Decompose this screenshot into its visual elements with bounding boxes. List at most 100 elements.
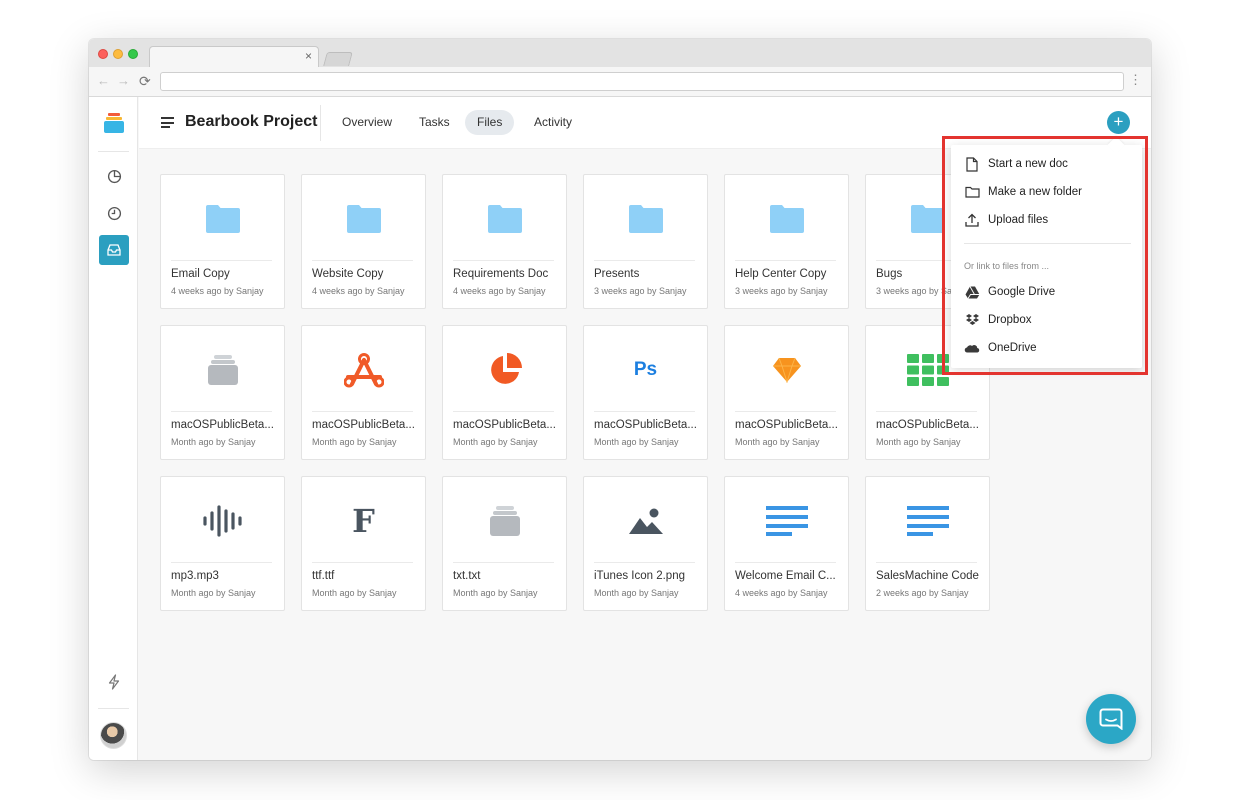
back-icon[interactable]: ← — [97, 74, 110, 88]
file-name: SalesMachine Code — [876, 570, 979, 582]
file-card[interactable]: mp3.mp3 Month ago by Sanjay — [160, 476, 285, 611]
minimize-window-button[interactable] — [113, 49, 123, 59]
browser-menu-icon[interactable]: ⋮ — [1129, 73, 1142, 87]
file-meta: 4 weeks ago by Sanjay — [312, 286, 405, 296]
sketch-icon — [725, 340, 848, 400]
close-window-button[interactable] — [98, 49, 108, 59]
card-divider — [171, 411, 272, 412]
file-name: macOSPublicBeta... — [594, 419, 697, 431]
file-card[interactable]: Fttf.ttf Month ago by Sanjay — [301, 476, 426, 611]
file-meta: 3 weeks ago by Sanjay — [594, 286, 687, 296]
file-meta: Month ago by Sanjay — [171, 588, 256, 598]
file-card[interactable]: macOSPublicBeta... Month ago by Sanjay — [160, 325, 285, 460]
tab-close-icon[interactable]: × — [305, 49, 312, 63]
file-card[interactable]: Ps macOSPublicBeta... Month ago by Sanjay — [583, 325, 708, 460]
clock-icon[interactable] — [99, 198, 129, 228]
tab-overview[interactable]: Overview — [330, 110, 404, 135]
chat-launcher-button[interactable] — [1086, 694, 1136, 744]
file-card[interactable]: macOSPublicBeta... Month ago by Sanjay — [442, 325, 567, 460]
file-name: mp3.mp3 — [171, 570, 219, 582]
address-bar[interactable] — [160, 72, 1124, 91]
card-divider — [594, 411, 695, 412]
font-icon: F — [302, 491, 425, 551]
image-icon — [584, 491, 707, 551]
card-divider — [876, 562, 977, 563]
file-card[interactable]: Requirements Doc 4 weeks ago by Sanjay — [442, 174, 567, 309]
file-name: macOSPublicBeta... — [876, 419, 979, 431]
card-divider — [453, 260, 554, 261]
file-icon-text: F — [352, 502, 375, 540]
maximize-window-button[interactable] — [128, 49, 138, 59]
file-card[interactable]: SalesMachine Code 2 weeks ago by Sanjay — [865, 476, 990, 611]
photoshop-icon: Ps — [584, 340, 707, 400]
pie-chart-icon — [443, 340, 566, 400]
file-name: Help Center Copy — [735, 268, 827, 280]
folder-icon — [161, 189, 284, 249]
file-name: macOSPublicBeta... — [735, 419, 838, 431]
file-name: Presents — [594, 268, 640, 280]
add-button[interactable]: + — [1107, 111, 1130, 134]
file-meta: Month ago by Sanjay — [453, 588, 538, 598]
app-logo-icon[interactable] — [104, 113, 124, 133]
card-divider — [594, 260, 695, 261]
file-meta: Month ago by Sanjay — [453, 437, 538, 447]
file-card[interactable]: Presents 3 weeks ago by Sanjay — [583, 174, 708, 309]
sidebar-divider — [98, 151, 129, 152]
document-icon — [866, 491, 989, 551]
chat-icon — [1099, 708, 1123, 730]
file-name: Email Copy — [171, 268, 230, 280]
archive-icon — [161, 340, 284, 400]
file-name: txt.txt — [453, 570, 481, 582]
file-meta: 4 weeks ago by Sanjay — [453, 286, 546, 296]
file-name: macOSPublicBeta... — [453, 419, 556, 431]
dropdown-highlight-box — [942, 136, 1148, 375]
browser-tab[interactable]: × — [149, 46, 319, 67]
file-card[interactable]: Help Center Copy 3 weeks ago by Sanjay — [724, 174, 849, 309]
file-card[interactable]: iTunes Icon 2.png Month ago by Sanjay — [583, 476, 708, 611]
card-divider — [312, 562, 413, 563]
file-card[interactable]: txt.txt Month ago by Sanjay — [442, 476, 567, 611]
card-divider — [876, 411, 977, 412]
tab-tasks[interactable]: Tasks — [407, 110, 462, 135]
file-meta: Month ago by Sanjay — [876, 437, 961, 447]
reports-icon[interactable] — [99, 161, 129, 191]
browser-toolbar: ← → ⟳ ⋮ — [89, 67, 1151, 97]
file-icon-text: Ps — [633, 359, 658, 380]
card-divider — [171, 260, 272, 261]
file-card[interactable]: Email Copy 4 weeks ago by Sanjay — [160, 174, 285, 309]
avatar[interactable] — [100, 722, 127, 749]
menu-icon[interactable] — [161, 117, 174, 128]
file-meta: Month ago by Sanjay — [594, 588, 679, 598]
file-card[interactable]: Welcome Email C... 4 weeks ago by Sanjay — [724, 476, 849, 611]
document-icon — [725, 491, 848, 551]
card-divider — [453, 562, 554, 563]
tab-activity[interactable]: Activity — [522, 110, 584, 135]
folder-icon — [443, 189, 566, 249]
audio-icon — [161, 491, 284, 551]
card-divider — [171, 562, 272, 563]
tab-files[interactable]: Files — [465, 110, 515, 135]
card-divider — [453, 411, 554, 412]
new-tab-button[interactable] — [323, 52, 353, 66]
card-divider — [312, 260, 413, 261]
file-meta: Month ago by Sanjay — [312, 588, 397, 598]
card-divider — [594, 562, 695, 563]
file-meta: Month ago by Sanjay — [735, 437, 820, 447]
file-card[interactable]: macOSPublicBeta... Month ago by Sanjay — [301, 325, 426, 460]
lightning-icon[interactable] — [99, 667, 129, 697]
forward-icon[interactable]: → — [117, 74, 130, 88]
reload-icon[interactable]: ⟳ — [139, 74, 151, 88]
inbox-icon[interactable] — [99, 235, 129, 265]
file-meta: 4 weeks ago by Sanjay — [735, 588, 828, 598]
file-card[interactable]: macOSPublicBeta... Month ago by Sanjay — [724, 325, 849, 460]
file-meta: 4 weeks ago by Sanjay — [171, 286, 264, 296]
pdf-icon — [302, 340, 425, 400]
file-name: Welcome Email C... — [735, 570, 836, 582]
page-title: Bearbook Project — [185, 113, 318, 130]
file-card[interactable]: Website Copy 4 weeks ago by Sanjay — [301, 174, 426, 309]
file-name: macOSPublicBeta... — [312, 419, 415, 431]
header-divider — [320, 105, 321, 141]
file-meta: 2 weeks ago by Sanjay — [876, 588, 969, 598]
card-divider — [735, 562, 836, 563]
card-divider — [312, 411, 413, 412]
